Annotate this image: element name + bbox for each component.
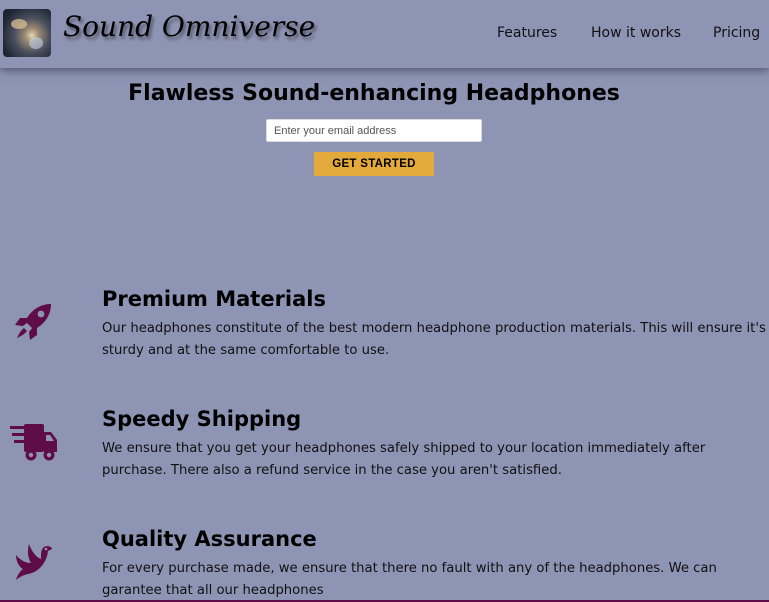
logo-flare: [11, 19, 27, 29]
feature-title: Premium Materials: [102, 287, 326, 311]
feature-text: Our headphones constitute of the best mo…: [102, 321, 766, 358]
shipping-truck-icon: [10, 422, 58, 466]
site-header: Sound Omniverse Features How it works Pr…: [0, 0, 769, 68]
email-input[interactable]: [266, 119, 482, 142]
logo-image[interactable]: [3, 9, 51, 57]
nav-link-features[interactable]: Features: [497, 25, 557, 41]
brand-name: Sound Omniverse: [63, 10, 316, 43]
nav-link-pricing[interactable]: Pricing: [713, 25, 760, 41]
nav-link-how-it-works[interactable]: How it works: [591, 25, 681, 41]
logo-flare: [29, 37, 43, 49]
dove-icon: [14, 541, 54, 585]
feature-text: For every purchase made, we ensure that …: [102, 561, 717, 598]
hero-title: Flawless Sound-enhancing Headphones: [128, 81, 620, 106]
feature-title: Speedy Shipping: [102, 407, 302, 431]
rocket-icon: [14, 302, 54, 346]
feature-title: Quality Assurance: [102, 527, 317, 551]
get-started-button[interactable]: GET STARTED: [314, 152, 434, 176]
feature-text: We ensure that you get your headphones s…: [102, 441, 706, 478]
